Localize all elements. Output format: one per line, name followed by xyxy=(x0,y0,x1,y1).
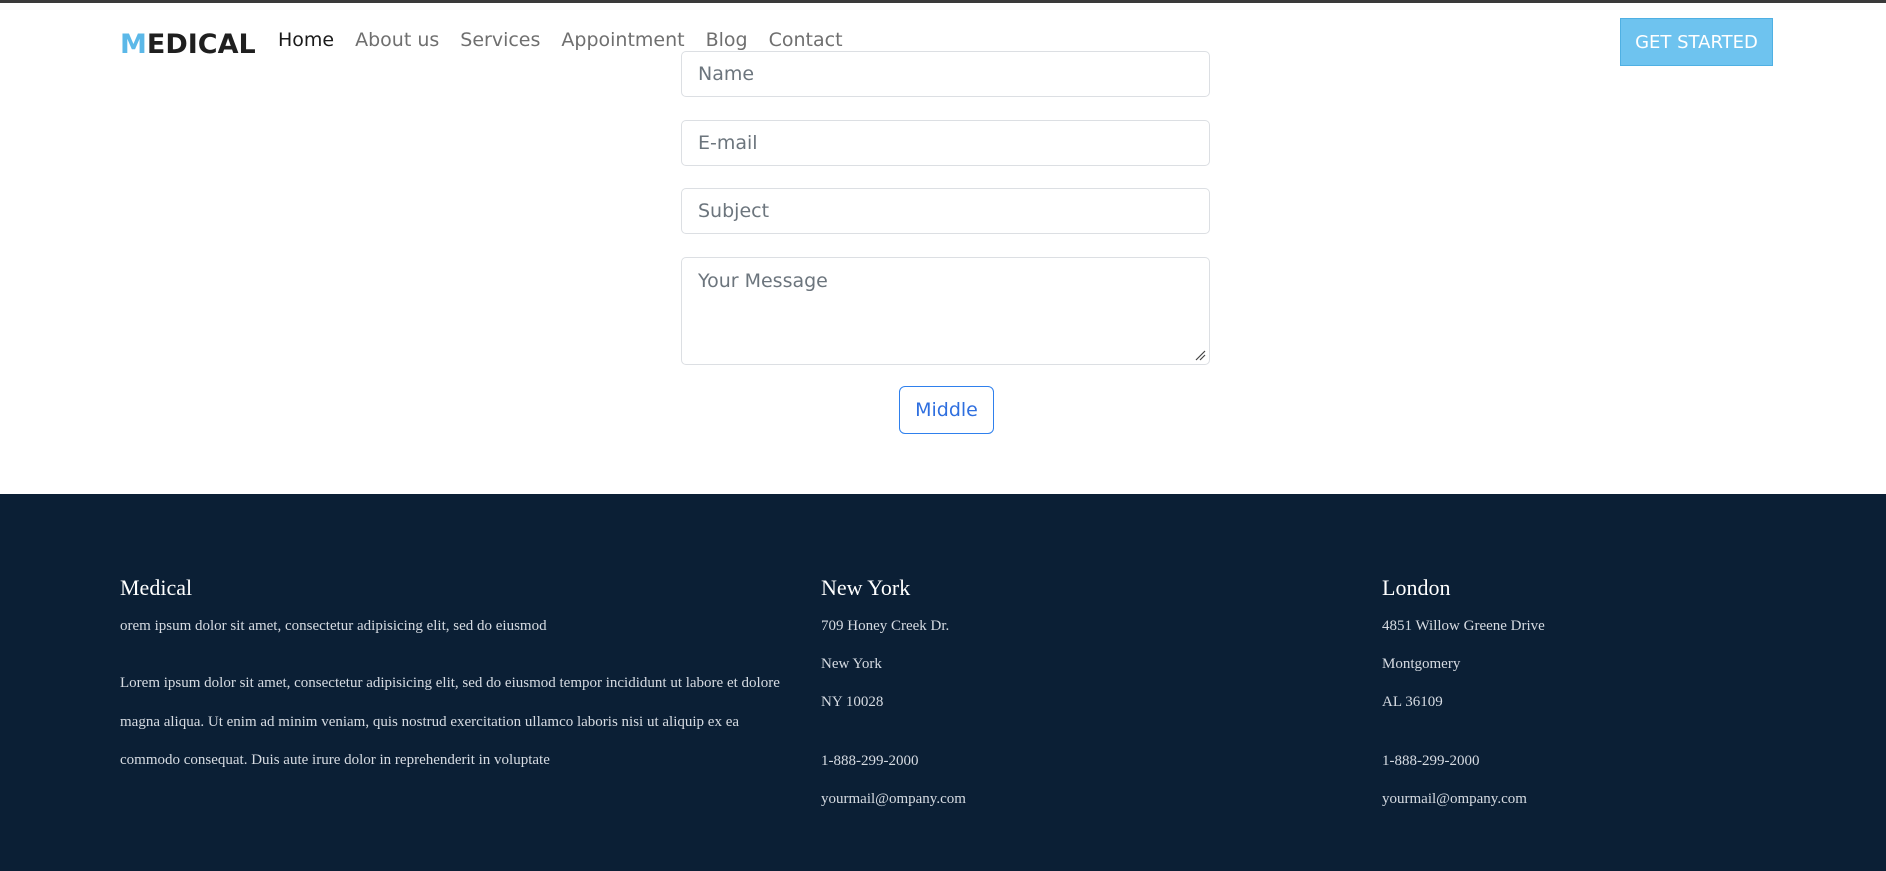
footer-tagline: orem ipsum dolor sit amet, consectetur a… xyxy=(120,618,547,634)
nav-services[interactable]: Services xyxy=(460,29,540,51)
address-line: New York xyxy=(821,656,882,672)
address-line: Montgomery xyxy=(1382,656,1461,672)
phone-number[interactable]: 1-888-299-2000 xyxy=(821,753,919,770)
subject-field[interactable]: Subject xyxy=(681,188,1210,234)
email-link[interactable]: yourmail@ompany.com xyxy=(821,791,966,808)
phone-number[interactable]: 1-888-299-2000 xyxy=(1382,753,1480,770)
footer-col-new-york: New York 709 Honey Creek Dr. New York NY… xyxy=(821,575,1241,808)
main-nav: Home About us Services Appointment Blog … xyxy=(278,29,864,51)
logo-text: EDICAL xyxy=(146,29,256,60)
site-footer: Medical orem ipsum dolor sit amet, conse… xyxy=(0,494,1886,871)
footer-title-london: London xyxy=(1382,575,1451,600)
nav-home[interactable]: Home xyxy=(278,29,334,51)
footer-description: Lorem ipsum dolor sit amet, consectetur … xyxy=(120,675,780,768)
name-field[interactable]: Name xyxy=(681,51,1210,97)
site-header: MEDICAL Home About us Services Appointme… xyxy=(0,3,1886,66)
email-field[interactable]: E-mail xyxy=(681,120,1210,166)
message-placeholder: Your Message xyxy=(698,270,828,292)
address-line: AL 36109 xyxy=(1382,694,1443,710)
nav-blog[interactable]: Blog xyxy=(706,29,748,51)
nav-contact[interactable]: Contact xyxy=(769,29,843,51)
footer-col-medical: Medical orem ipsum dolor sit amet, conse… xyxy=(120,575,780,769)
email-placeholder: E-mail xyxy=(698,132,758,154)
nav-about-us[interactable]: About us xyxy=(355,29,439,51)
resize-grip-icon[interactable] xyxy=(1194,349,1206,361)
subject-placeholder: Subject xyxy=(698,200,770,222)
email-link[interactable]: yourmail@ompany.com xyxy=(1382,791,1527,808)
footer-title-new-york: New York xyxy=(821,575,911,600)
footer-title-medical: Medical xyxy=(120,575,193,600)
address-line: 4851 Willow Greene Drive xyxy=(1382,618,1545,634)
contact-form: Name E-mail Subject Your Message Middle xyxy=(0,0,1886,494)
logo[interactable]: MEDICAL xyxy=(120,29,256,60)
message-field[interactable]: Your Message xyxy=(681,257,1210,365)
get-started-button[interactable]: GET STARTED xyxy=(1620,18,1773,66)
nav-appointment[interactable]: Appointment xyxy=(561,29,684,51)
logo-initial: M xyxy=(120,29,147,60)
name-placeholder: Name xyxy=(698,63,755,85)
submit-button[interactable]: Middle xyxy=(899,386,994,434)
address-line: NY 10028 xyxy=(821,694,884,710)
footer-col-london: London 4851 Willow Greene Drive Montgome… xyxy=(1382,575,1802,808)
address-line: 709 Honey Creek Dr. xyxy=(821,618,950,634)
